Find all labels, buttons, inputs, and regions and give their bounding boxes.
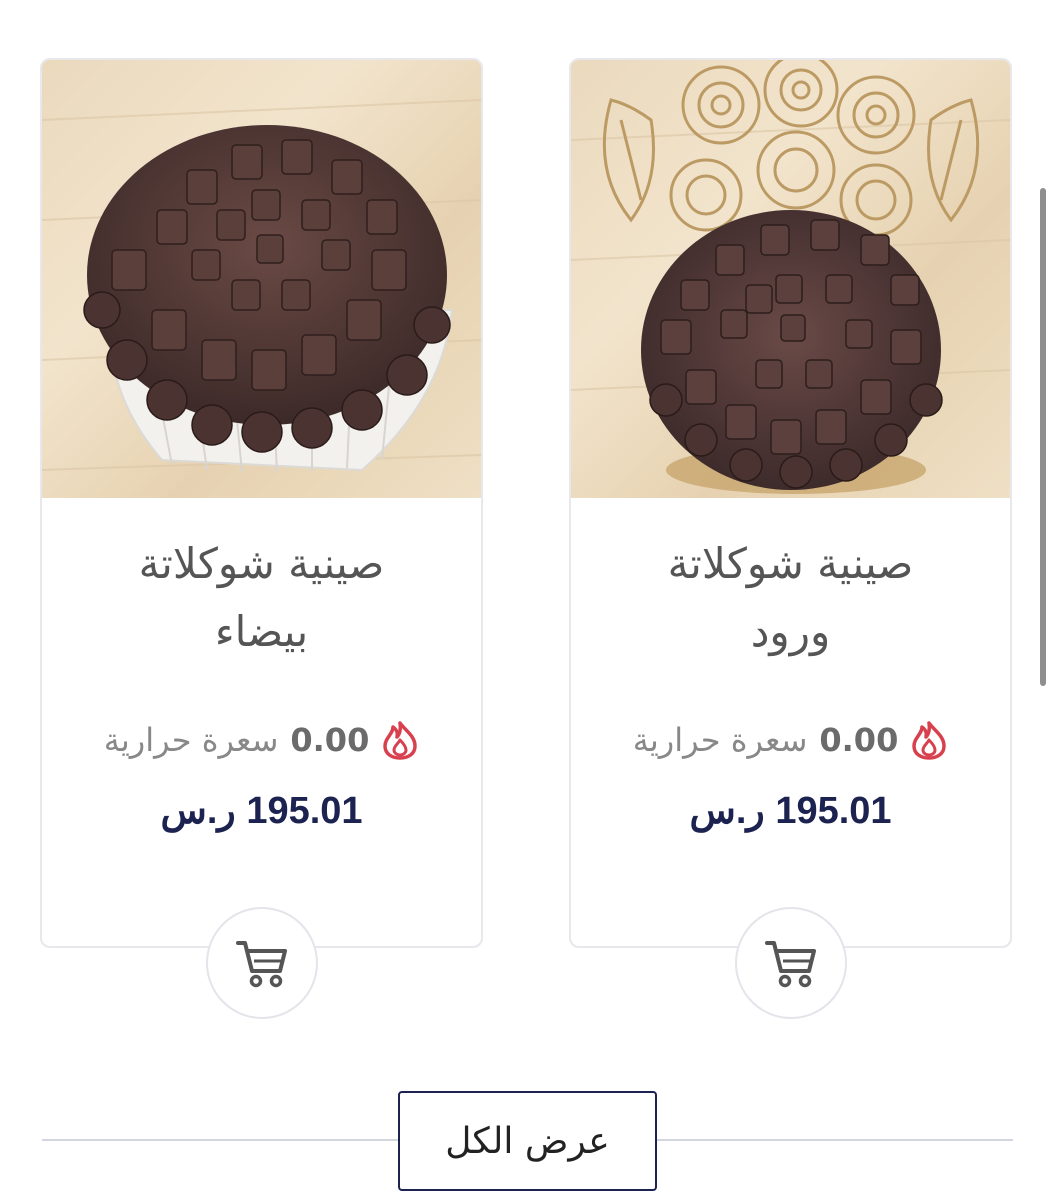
product-card[interactable]: صينية شوكلاتة ورود 0.00 سعرة حرارية 195.… — [569, 58, 1012, 948]
fire-icon — [910, 720, 948, 760]
product-image[interactable] — [42, 60, 481, 498]
scrollbar[interactable] — [1040, 188, 1046, 686]
product-price: 195.01 ر.س — [689, 790, 892, 832]
product-title-line1: صينية شوكلاتة — [667, 539, 914, 588]
product-image[interactable] — [571, 60, 1010, 498]
cart-icon — [765, 941, 816, 988]
product-title-line1: صينية شوكلاتة — [138, 539, 385, 588]
add-to-cart-button[interactable] — [206, 907, 318, 1019]
product-title-line2: ورود — [750, 607, 831, 656]
view-all-button[interactable]: عرض الكل — [398, 1091, 657, 1191]
white-chocolate-tray-image — [42, 99, 481, 473]
calories-info: 0.00 سعرة حرارية — [42, 715, 481, 765]
divider-line — [42, 1139, 398, 1141]
divider-line — [657, 1139, 1013, 1141]
calories-label: سعرة حرارية — [103, 721, 279, 759]
calories-label: سعرة حرارية — [632, 721, 808, 759]
calories-value: 0.00 — [290, 721, 370, 759]
product-price: 195.01 ر.س — [160, 790, 363, 832]
roses-chocolate-tray-image — [571, 60, 1010, 494]
cart-icon — [236, 941, 287, 988]
product-title[interactable]: صينية شوكلاتة ورود — [591, 530, 990, 666]
calories-value: 0.00 — [819, 721, 899, 759]
product-card[interactable]: صينية شوكلاتة بيضاء 0.00 سعرة حرارية 195… — [40, 58, 483, 948]
calories-info: 0.00 سعرة حرارية — [571, 715, 1010, 765]
product-title[interactable]: صينية شوكلاتة بيضاء — [62, 530, 461, 666]
product-title-line2: بيضاء — [214, 607, 309, 656]
fire-icon — [381, 720, 419, 760]
add-to-cart-button[interactable] — [735, 907, 847, 1019]
